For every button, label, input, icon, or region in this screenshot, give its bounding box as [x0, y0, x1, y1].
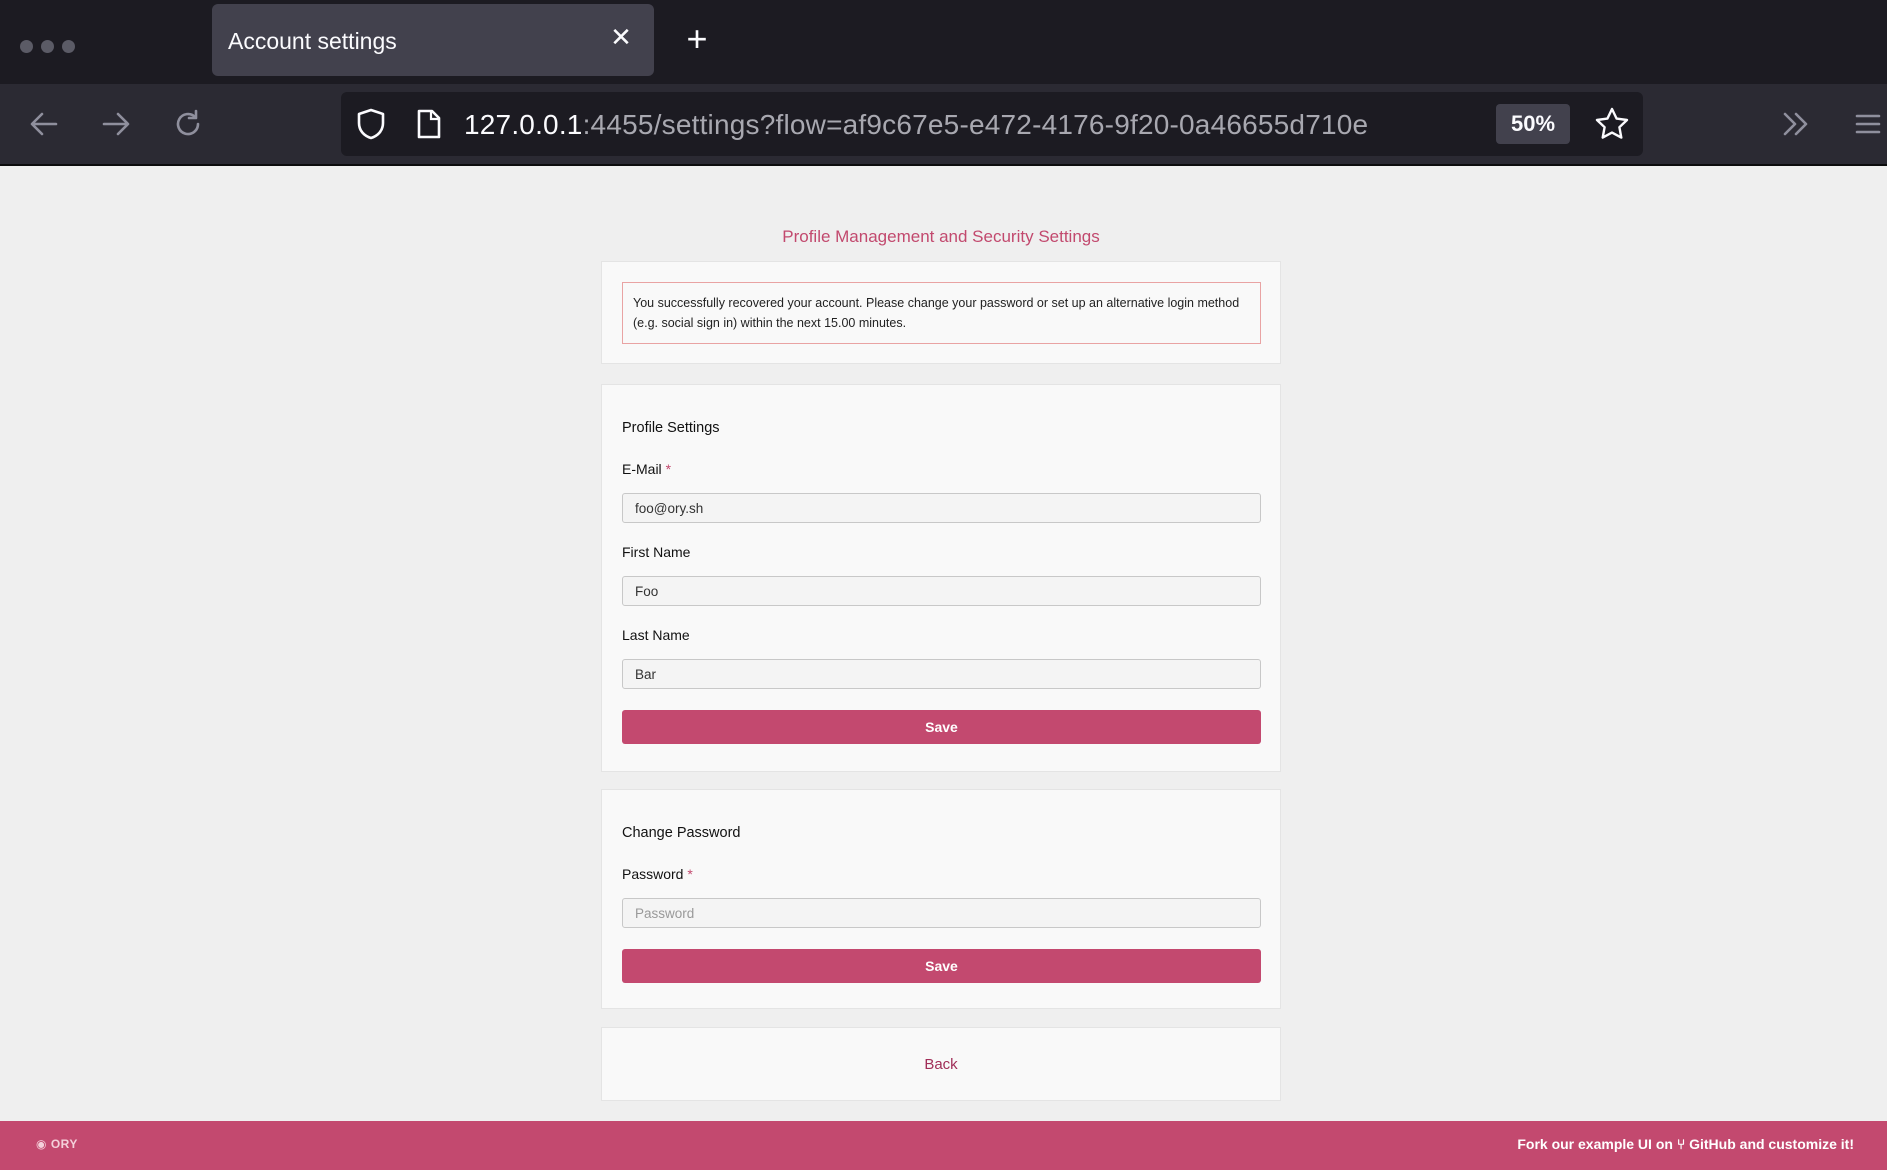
new-tab-icon[interactable]: +: [680, 21, 714, 57]
back-card: Back: [601, 1027, 1281, 1101]
window-controls[interactable]: [20, 40, 75, 53]
email-label: E-Mail *: [622, 461, 671, 477]
footer-banner: ◉ ORY Fork our example UI on ⑂ GitHub an…: [0, 1121, 1887, 1170]
save-profile-button[interactable]: Save: [622, 710, 1261, 744]
shield-icon[interactable]: [356, 108, 386, 145]
profile-settings-card: Profile Settings E-Mail * First Name Las…: [601, 384, 1281, 772]
url-path: :4455/settings?flow=af9c67e5-e472-4176-9…: [582, 109, 1369, 140]
overflow-chevrons-icon[interactable]: [1774, 102, 1818, 146]
forward-arrow-icon[interactable]: [94, 102, 138, 146]
alert-card: You successfully recovered your account.…: [601, 261, 1281, 364]
zoom-level[interactable]: 50%: [1496, 104, 1570, 144]
password-section-title: Change Password: [622, 825, 741, 841]
browser-tab[interactable]: Account settings ✕: [212, 4, 654, 76]
navigation-bar: 127.0.0.1:4455/settings?flow=af9c67e5-e4…: [0, 84, 1887, 166]
page-title: Profile Management and Security Settings: [782, 227, 1100, 246]
password-label-text: Password: [622, 866, 684, 882]
bookmark-star-icon[interactable]: [1594, 106, 1630, 147]
ory-logo[interactable]: ◉ ORY: [36, 1137, 78, 1151]
recovery-alert: You successfully recovered your account.…: [622, 282, 1261, 344]
ory-logo-icon: ◉: [36, 1137, 47, 1151]
url-host: 127.0.0.1: [464, 109, 583, 140]
page-icon[interactable]: [416, 108, 442, 145]
email-field[interactable]: [622, 493, 1261, 523]
url-text[interactable]: 127.0.0.1:4455/settings?flow=af9c67e5-e4…: [464, 109, 1368, 141]
password-label: Password *: [622, 866, 693, 882]
change-password-card: Change Password Password * Save: [601, 789, 1281, 1009]
required-marker: *: [665, 461, 672, 477]
back-arrow-icon[interactable]: [22, 102, 66, 146]
profile-section-title: Profile Settings: [622, 420, 720, 436]
first-name-field[interactable]: [622, 576, 1261, 606]
tab-bar: Account settings ✕ +: [0, 0, 1887, 84]
first-name-label: First Name: [622, 544, 691, 560]
page: Profile Management and Security Settings…: [0, 166, 1887, 1170]
email-label-text: E-Mail: [622, 461, 662, 477]
back-link[interactable]: Back: [602, 1056, 1280, 1073]
required-marker: *: [687, 866, 693, 882]
window-dot-icon[interactable]: [41, 40, 54, 53]
window-dot-icon[interactable]: [62, 40, 75, 53]
reload-icon[interactable]: [166, 102, 210, 146]
last-name-label: Last Name: [622, 627, 690, 643]
url-bar[interactable]: 127.0.0.1:4455/settings?flow=af9c67e5-e4…: [341, 92, 1643, 156]
menu-icon[interactable]: [1846, 102, 1887, 146]
password-field[interactable]: [622, 898, 1261, 928]
tab-title: Account settings: [228, 28, 397, 54]
ory-logo-text: ORY: [50, 1137, 78, 1151]
close-tab-icon[interactable]: ✕: [606, 22, 636, 52]
save-password-button[interactable]: Save: [622, 949, 1261, 983]
last-name-field[interactable]: [622, 659, 1261, 689]
fork-github-link[interactable]: Fork our example UI on ⑂ GitHub and cust…: [1517, 1136, 1854, 1152]
window-dot-icon[interactable]: [20, 40, 33, 53]
